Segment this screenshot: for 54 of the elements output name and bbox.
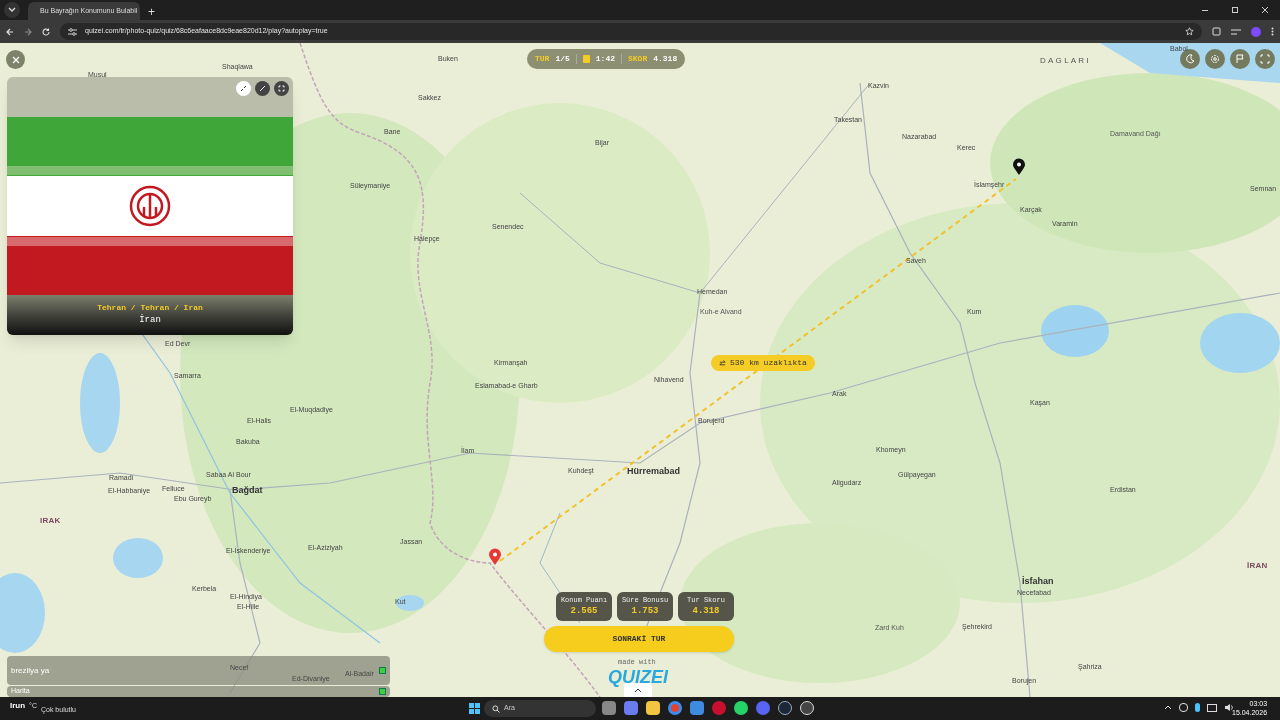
close-icon: [11, 55, 20, 64]
new-tab-button[interactable]: +: [144, 4, 159, 20]
sidebar-icon[interactable]: [1231, 27, 1241, 36]
forward-icon[interactable]: [24, 27, 32, 36]
score-card-value: 4.318: [692, 605, 720, 618]
expand-icon: [259, 85, 266, 92]
shrink-icon: [240, 85, 247, 92]
display-icon[interactable]: [1207, 703, 1217, 712]
fullscreen-icon: [278, 85, 285, 92]
fullscreen-button[interactable]: [274, 81, 289, 96]
microphone-icon[interactable]: [1195, 703, 1200, 712]
settings-icon: [1210, 54, 1220, 64]
reload-icon[interactable]: [42, 27, 50, 36]
speaker-icon[interactable]: [1224, 703, 1234, 712]
map-label: Hürremabad: [627, 467, 680, 476]
tab-list-button[interactable]: [4, 2, 20, 18]
distance-text: 530 km uzaklıkta: [730, 357, 807, 369]
chevron-up-icon: [634, 687, 642, 693]
next-round-button[interactable]: SONRAKİ TUR: [544, 626, 734, 652]
country-name: İran: [139, 314, 161, 328]
map-label: İsfahan: [1022, 577, 1054, 586]
round-label: TUR: [535, 53, 550, 65]
score-label: SKOR: [628, 53, 648, 65]
maximize-icon[interactable]: [1232, 7, 1238, 13]
browser-icon[interactable]: [668, 701, 682, 715]
map-pin-icon: [1012, 158, 1026, 176]
location-text: Tehran / Tehran / Iran: [97, 302, 203, 314]
chevron-down-icon: [8, 7, 16, 13]
chevron-up-icon[interactable]: [1164, 705, 1172, 710]
search-icon: [492, 704, 500, 713]
weather-city[interactable]: Irun: [10, 700, 26, 713]
menu-icon[interactable]: [1271, 27, 1274, 36]
score-card-value: 1.753: [631, 605, 659, 618]
expand-button[interactable]: [255, 81, 270, 96]
moon-icon: [1185, 54, 1195, 64]
site-settings-icon[interactable]: [68, 27, 77, 36]
map-label: D A G L A R I: [1040, 57, 1089, 65]
map-label: IRAK: [40, 517, 61, 525]
back-icon[interactable]: [6, 27, 14, 36]
star-icon[interactable]: [1185, 27, 1194, 36]
hourglass-icon: [582, 55, 590, 63]
score-card-value: 2.565: [570, 605, 598, 618]
map-pin-icon: [488, 548, 502, 566]
windows-start-icon[interactable]: [469, 703, 480, 714]
score-value: 4.318: [653, 53, 678, 65]
extensions-icon[interactable]: [1212, 27, 1221, 36]
flag-icon: [1235, 54, 1245, 64]
fullscreen-icon: [1260, 54, 1270, 64]
swap-arrows-icon: [719, 359, 726, 367]
map-label: Bağdat: [232, 486, 263, 495]
timer-value: 1:42: [595, 53, 615, 65]
map-label: İRAN: [1247, 562, 1268, 570]
chat-text: brezilya ya: [11, 664, 50, 677]
round-value: 1/5: [555, 53, 570, 65]
